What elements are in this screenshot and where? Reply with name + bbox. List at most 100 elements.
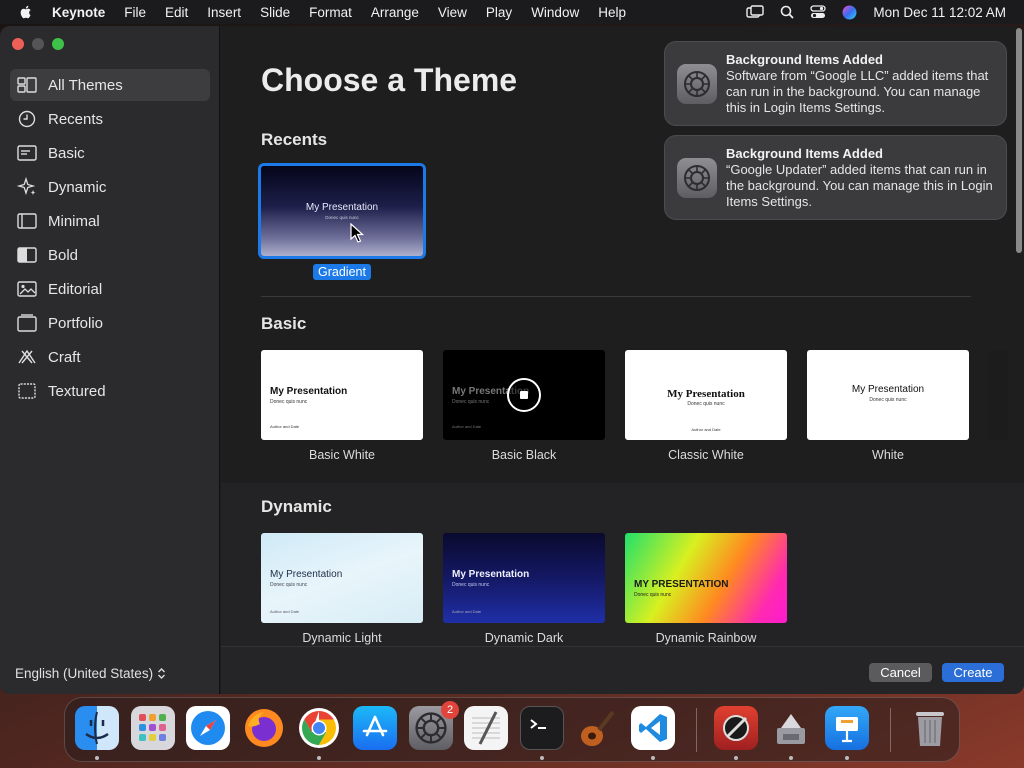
theme-dynamic-rainbow[interactable]: MY PRESENTATION Donec quis nunc <box>625 533 787 623</box>
siri-icon[interactable] <box>842 5 857 20</box>
menu-view[interactable]: View <box>438 5 467 20</box>
theme-label-basic-black: Basic Black <box>491 448 557 462</box>
all-themes-icon <box>16 75 38 95</box>
textured-icon <box>16 381 38 401</box>
theme-thumbnail: My Presentation Donec quis nunc <box>261 166 423 256</box>
mouse-cursor-icon <box>350 223 364 243</box>
running-indicator <box>734 756 738 760</box>
sidebar-item-textured[interactable]: Textured <box>10 375 210 407</box>
finder-icon[interactable] <box>75 706 119 750</box>
theme-label-dynamic-light: Dynamic Light <box>302 631 382 645</box>
instruments-icon[interactable] <box>714 706 758 750</box>
apple-icon[interactable] <box>18 4 34 20</box>
chrome-icon[interactable] <box>297 706 341 750</box>
sparkle-icon <box>16 177 38 197</box>
theme-chooser-window: All Themes Recents Basic Dynamic Minimal… <box>0 26 1024 694</box>
cancel-button[interactable]: Cancel <box>869 663 932 682</box>
dock-separator <box>890 708 891 752</box>
section-heading-dynamic: Dynamic <box>261 497 332 516</box>
theme-dynamic-dark[interactable]: My Presentation Donec quis nunc Author a… <box>443 533 605 623</box>
notification-background-items-1[interactable]: Background Items Added Software from “Go… <box>664 41 1007 126</box>
keynote-icon[interactable] <box>825 706 869 750</box>
sidebar-item-basic[interactable]: Basic <box>10 137 210 169</box>
garageband-icon[interactable] <box>575 706 619 750</box>
thumb-slide-footer: Author and Date <box>270 424 300 429</box>
menu-window[interactable]: Window <box>531 5 579 20</box>
notification-badge: 2 <box>441 701 459 719</box>
thumb-slide-title: My Presentation <box>452 569 530 580</box>
running-indicator <box>95 756 99 760</box>
theme-partial-next[interactable] <box>988 350 1008 440</box>
thumb-slide-title: My Presentation <box>270 569 343 580</box>
thumb-slide-footer: Author and Date <box>452 609 482 614</box>
thumb-slide-title: My Presentation <box>851 384 925 395</box>
thumb-slide-subtitle: Donec quis nunc <box>452 582 490 588</box>
control-center-icon[interactable] <box>810 5 827 19</box>
menu-arrange[interactable]: Arrange <box>371 5 419 20</box>
theme-classic-white[interactable]: My Presentation Donec quis nunc Author a… <box>625 350 787 440</box>
sidebar-item-dynamic[interactable]: Dynamic <box>10 171 210 203</box>
notification-title: Background Items Added <box>726 146 883 161</box>
menubar-clock[interactable]: Mon Dec 11 12:02 AM <box>873 5 1006 20</box>
menu-format[interactable]: Format <box>309 5 352 20</box>
theme-basic-black[interactable]: My Presentation Donec quis nunc Author a… <box>443 350 605 440</box>
spotlight-search-icon[interactable] <box>780 5 795 19</box>
menu-help[interactable]: Help <box>598 5 626 20</box>
theme-label-classic-white: Classic White <box>668 448 744 462</box>
create-button[interactable]: Create <box>942 663 1004 682</box>
thumb-slide-title: My Presentation <box>667 388 745 400</box>
clock-icon <box>16 109 38 129</box>
menu-keynote[interactable]: Keynote <box>52 5 105 20</box>
thumb-slide-footer: Author and Date <box>691 427 721 432</box>
gallery-scrollbar[interactable] <box>1016 28 1022 253</box>
dock: 2 <box>64 697 960 762</box>
thumb-slide-subtitle: Donec quis nunc <box>270 399 308 405</box>
sidebar-item-editorial[interactable]: Editorial <box>10 273 210 305</box>
running-indicator <box>651 756 655 760</box>
thumb-slide-subtitle: Donec quis nunc <box>452 399 490 405</box>
minimal-icon <box>16 211 38 231</box>
sidebar-item-label: Portfolio <box>48 314 104 332</box>
menu-play[interactable]: Play <box>486 5 512 20</box>
firefox-icon[interactable] <box>242 706 286 750</box>
thumb-slide-subtitle: Donec quis nunc <box>634 592 672 598</box>
sidebar-item-portfolio[interactable]: Portfolio <box>10 307 210 339</box>
menu-insert[interactable]: Insert <box>207 5 241 20</box>
minimize-window-button[interactable] <box>32 38 44 50</box>
notification-body: “Google Updater” added items that can ru… <box>726 162 993 209</box>
theme-basic-white[interactable]: My Presentation Donec quis nunc Author a… <box>261 350 423 440</box>
textedit-icon[interactable] <box>464 706 508 750</box>
theme-dynamic-light[interactable]: My Presentation Donec quis nunc Author a… <box>261 533 423 623</box>
menu-file[interactable]: File <box>124 5 146 20</box>
theme-white[interactable]: My Presentation Donec quis nunc <box>807 350 969 440</box>
running-indicator <box>540 756 544 760</box>
menu-edit[interactable]: Edit <box>165 5 188 20</box>
trash-icon[interactable] <box>908 706 952 750</box>
sidebar-item-craft[interactable]: Craft <box>10 341 210 373</box>
sidebar-item-recents[interactable]: Recents <box>10 103 210 135</box>
menu-slide[interactable]: Slide <box>260 5 290 20</box>
safari-icon[interactable] <box>186 706 230 750</box>
zoom-window-button[interactable] <box>52 38 64 50</box>
window-controls <box>12 38 64 50</box>
sidebar-item-label: All Themes <box>48 76 123 94</box>
section-heading-basic: Basic <box>261 314 307 333</box>
terminal-icon[interactable] <box>520 706 564 750</box>
language-selector[interactable]: English (United States) <box>15 666 166 681</box>
launchpad-icon[interactable] <box>131 706 175 750</box>
basic-icon <box>16 143 38 163</box>
vscode-icon[interactable] <box>631 706 675 750</box>
sidebar-item-all-themes[interactable]: All Themes <box>10 69 210 101</box>
screen-mirroring-icon[interactable] <box>746 5 765 19</box>
thumb-slide-title: My Presentation <box>270 386 348 397</box>
thumb-slide-subtitle: Donec quis nunc <box>325 215 359 220</box>
notification-background-items-2[interactable]: Background Items Added “Google Updater” … <box>664 135 1007 220</box>
app-store-icon[interactable] <box>353 706 397 750</box>
sidebar-item-minimal[interactable]: Minimal <box>10 205 210 237</box>
utility-icon[interactable] <box>769 706 813 750</box>
close-window-button[interactable] <box>12 38 24 50</box>
running-indicator <box>845 756 849 760</box>
thumb-slide-subtitle: Donec quis nunc <box>687 401 725 407</box>
sidebar-item-bold[interactable]: Bold <box>10 239 210 271</box>
theme-gradient[interactable]: My Presentation Donec quis nunc <box>258 163 426 259</box>
